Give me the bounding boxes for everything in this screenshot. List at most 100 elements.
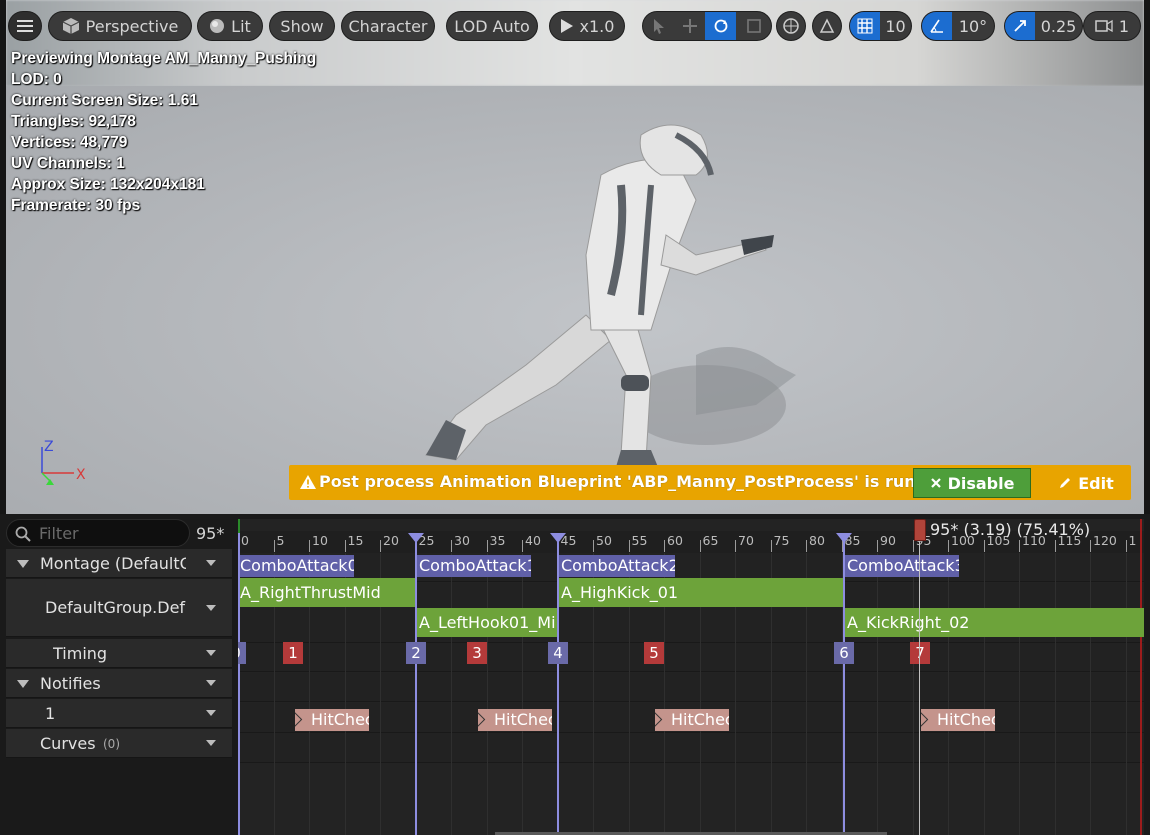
grid-icon	[857, 18, 873, 34]
close-icon	[930, 478, 941, 488]
lit-button[interactable]: Lit	[197, 11, 263, 41]
cursor-icon	[653, 19, 664, 34]
timing-marker[interactable]: 1	[283, 642, 303, 664]
scale-snap-value[interactable]: 0.25	[1035, 12, 1082, 40]
notify-hitcheck[interactable]: HitCheck	[295, 709, 369, 731]
viewport[interactable]: Perspective Lit Show Character LOD Auto …	[6, 0, 1144, 514]
x-axis-label: X	[76, 467, 86, 483]
chevron-down-icon[interactable]	[206, 680, 216, 686]
grid-line	[948, 553, 949, 835]
timing-marker[interactable]: 3	[467, 642, 487, 664]
ruler-tick	[593, 540, 594, 552]
chevron-down-icon[interactable]	[206, 710, 216, 716]
notify-hitcheck[interactable]: HitCheck	[921, 709, 995, 731]
grid-line	[451, 553, 452, 835]
show-button[interactable]: Show	[269, 11, 335, 41]
show-label: Show	[280, 16, 324, 36]
timing-marker[interactable]: 6	[834, 642, 854, 664]
section-comboattack2[interactable]: ComboAttack2	[559, 555, 675, 577]
section-comboattack0[interactable]: ComboAttack0	[238, 555, 354, 577]
collapse-icon[interactable]	[17, 560, 29, 568]
timeline-track-area[interactable]: 0510152025303540455055606570758085909510…	[238, 519, 1144, 835]
section-line[interactable]	[415, 533, 417, 835]
notify-track-label: 1	[45, 704, 56, 723]
ruler-tick	[948, 540, 949, 552]
grid-snap-toggle[interactable]	[850, 12, 880, 40]
ruler-tick	[735, 540, 736, 552]
end-marker	[1140, 519, 1142, 835]
section-line[interactable]	[238, 533, 240, 835]
lit-label: Lit	[231, 16, 251, 36]
timing-marker[interactable]: 5	[644, 642, 664, 664]
section-comboattack1[interactable]: ComboAttack1	[417, 555, 531, 577]
section-line[interactable]	[843, 533, 845, 835]
edit-button[interactable]: Edit	[1049, 468, 1123, 498]
montage-row[interactable]: Montage (DefaultG	[6, 549, 232, 578]
timing-marker[interactable]: 0	[238, 642, 246, 664]
ruler-tick-label: 20	[383, 533, 399, 548]
rotation-snap-toggle[interactable]	[922, 12, 952, 40]
timing-row[interactable]: Timing	[6, 639, 232, 668]
timing-marker[interactable]: 7	[910, 642, 930, 664]
timing-marker[interactable]: 2	[406, 642, 426, 664]
anim-segment[interactable]: A_KickRight_02	[845, 608, 1144, 637]
group-row[interactable]: DefaultGroup.Defa	[6, 579, 232, 637]
current-frame[interactable]: 95*	[196, 524, 224, 543]
select-tool[interactable]	[643, 12, 674, 40]
world-space-icon	[783, 18, 799, 34]
rotation-snap-value[interactable]: 10°	[952, 12, 994, 40]
notify-hitcheck[interactable]: HitCheck	[478, 709, 552, 731]
filter-input[interactable]: Filter	[6, 519, 190, 547]
surface-snap-button[interactable]	[812, 11, 842, 41]
camera-speed-button[interactable]: 1	[1083, 11, 1141, 41]
notify-diamond-icon	[295, 711, 303, 728]
ruler-tick	[451, 540, 452, 552]
rotate-tool[interactable]	[705, 12, 736, 40]
chevron-down-icon[interactable]	[206, 560, 216, 566]
ruler-tick	[983, 540, 985, 552]
notify-track-row[interactable]: 1	[6, 699, 232, 728]
menu-button[interactable]	[8, 11, 42, 41]
play-speed-button[interactable]: x1.0	[549, 11, 625, 41]
transform-tools	[642, 11, 772, 41]
translate-tool[interactable]	[674, 12, 705, 40]
scale-tool[interactable]	[736, 12, 771, 40]
ruler-tick-label: 5	[276, 533, 285, 548]
ruler-tick-label: 120	[1093, 533, 1117, 548]
move-icon	[682, 19, 697, 33]
notify-hitcheck[interactable]: HitCheck	[655, 709, 729, 731]
lod-button[interactable]: LOD Auto	[446, 11, 538, 41]
chevron-down-icon[interactable]	[206, 650, 216, 656]
character-button[interactable]: Character	[341, 11, 435, 41]
collapse-icon[interactable]	[17, 680, 29, 688]
scale-snap: 0.25	[1004, 11, 1083, 41]
anim-segment[interactable]: A_LeftHook01_Mi	[417, 608, 557, 637]
timing-marker[interactable]: 4	[548, 642, 568, 664]
notifies-row[interactable]: Notifies	[6, 669, 232, 698]
curves-row[interactable]: Curves (0)	[6, 729, 232, 758]
coordinate-space-button[interactable]	[776, 11, 806, 41]
scale-snap-toggle[interactable]	[1005, 12, 1035, 40]
playhead-handle[interactable]	[914, 519, 926, 541]
grid-snap: 10	[849, 11, 912, 41]
grid-size-value[interactable]: 10	[880, 12, 911, 40]
anim-segment[interactable]: A_HighKick_01	[559, 578, 844, 607]
chevron-down-icon[interactable]	[206, 740, 216, 746]
ruler-tick	[1054, 540, 1056, 552]
section-comboattack3[interactable]: ComboAttack3	[845, 555, 959, 577]
section-triangle-icon	[550, 533, 566, 543]
anim-segment[interactable]: A_RightThrustMid	[238, 578, 415, 607]
hamburger-icon	[17, 20, 33, 32]
cube-icon	[62, 18, 79, 34]
section-line[interactable]	[557, 533, 559, 835]
grid-line	[983, 553, 985, 835]
character-mannequin	[425, 124, 796, 467]
vertices-text: Vertices: 48,779	[11, 134, 128, 151]
warning-icon	[300, 475, 316, 489]
chevron-down-icon[interactable]	[206, 605, 216, 611]
ruler-tick	[699, 540, 701, 552]
playhead-line[interactable]	[919, 533, 920, 835]
montage-panel: Filter 95* Montage (DefaultG DefaultGrou…	[0, 514, 1150, 835]
disable-button[interactable]: Disable	[913, 468, 1031, 498]
perspective-button[interactable]: Perspective	[48, 11, 192, 41]
